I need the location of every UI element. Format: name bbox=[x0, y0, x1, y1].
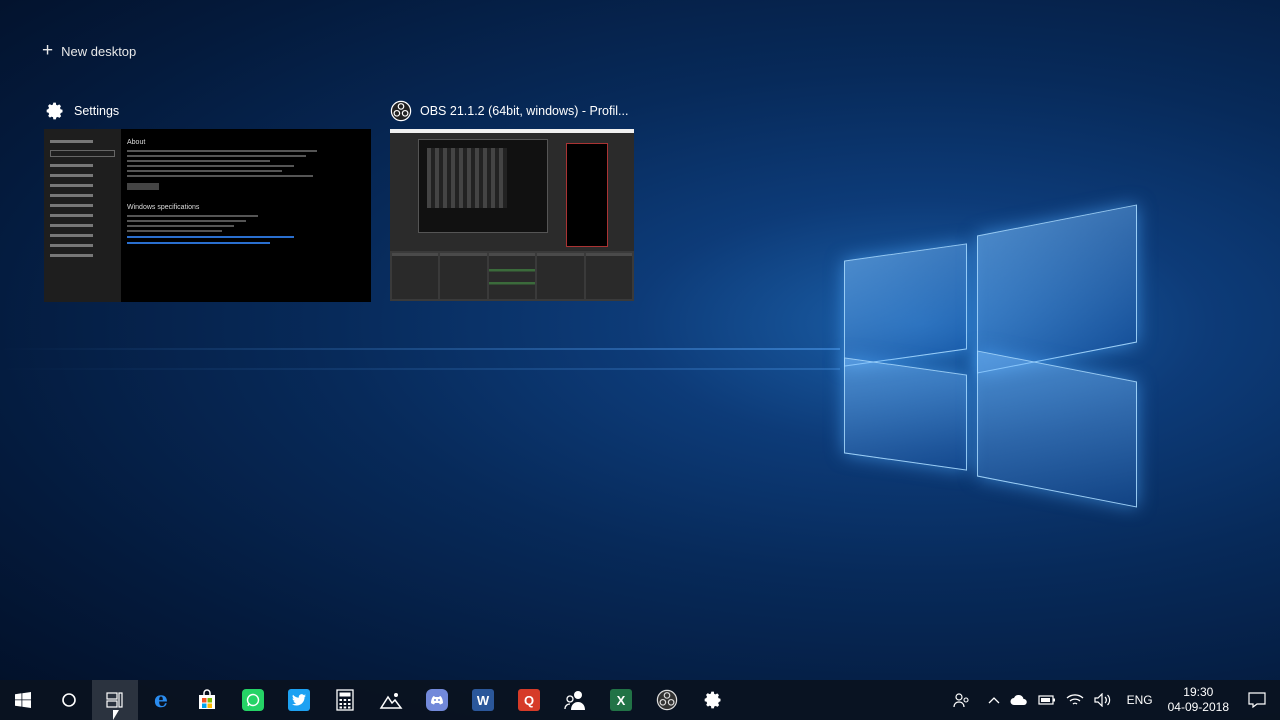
window-settings[interactable]: Settings About Windows specifications bbox=[44, 99, 371, 302]
quora-icon: Q bbox=[518, 689, 540, 711]
show-hidden-icons-button[interactable] bbox=[976, 680, 1005, 720]
volume-tray-button[interactable] bbox=[1089, 680, 1117, 720]
plus-icon: + bbox=[42, 40, 54, 61]
circle-icon bbox=[62, 693, 76, 707]
task-view-icon bbox=[106, 692, 123, 708]
window-title: Settings bbox=[74, 104, 120, 118]
system-tray: ENG 19:30 04-09-2018 bbox=[948, 680, 1280, 720]
windows-spec-heading: Windows specifications bbox=[127, 204, 200, 211]
obs-thumbnail[interactable] bbox=[390, 129, 634, 301]
obs-docks bbox=[390, 251, 634, 301]
gear-icon bbox=[44, 100, 66, 122]
windows-icon bbox=[15, 692, 31, 708]
battery-icon bbox=[1037, 695, 1055, 705]
edge-icon: e bbox=[154, 687, 168, 713]
excel-button[interactable]: X bbox=[598, 680, 644, 720]
obs-preview bbox=[418, 139, 548, 233]
twitter-icon bbox=[288, 689, 310, 711]
settings-button[interactable] bbox=[690, 680, 736, 720]
battery-tray-button[interactable] bbox=[1033, 680, 1061, 720]
people-tray-button[interactable] bbox=[948, 680, 976, 720]
people-icon bbox=[952, 693, 969, 708]
store-button[interactable] bbox=[184, 680, 230, 720]
settings-thumbnail[interactable]: About Windows specifications bbox=[44, 129, 371, 302]
notification-icon bbox=[1248, 692, 1266, 708]
about-heading: About bbox=[127, 139, 146, 146]
cortana-button[interactable] bbox=[46, 680, 92, 720]
twitter-button[interactable] bbox=[276, 680, 322, 720]
discord-icon bbox=[426, 689, 448, 711]
edge-button[interactable]: e bbox=[138, 680, 184, 720]
light-beam bbox=[0, 368, 840, 370]
onedrive-tray-button[interactable] bbox=[1005, 680, 1033, 720]
clock[interactable]: 19:30 04-09-2018 bbox=[1163, 680, 1234, 720]
whatsapp-button[interactable] bbox=[230, 680, 276, 720]
discord-button[interactable] bbox=[414, 680, 460, 720]
obs-icon bbox=[390, 100, 412, 122]
people-button[interactable] bbox=[552, 680, 598, 720]
clock-date: 04-09-2018 bbox=[1167, 700, 1229, 714]
logo-pane-top-left bbox=[844, 243, 967, 367]
people-icon bbox=[564, 691, 585, 710]
wifi-icon bbox=[1066, 694, 1084, 705]
calculator-icon bbox=[336, 689, 354, 711]
windows-logo-wallpaper bbox=[0, 200, 1160, 530]
store-icon bbox=[199, 689, 215, 709]
clock-time: 19:30 bbox=[1183, 685, 1214, 699]
language-indicator[interactable]: ENG bbox=[1117, 680, 1163, 720]
gear-icon bbox=[704, 691, 721, 709]
window-title: OBS 21.1.2 (64bit, windows) - Profil... bbox=[420, 104, 629, 118]
new-desktop-label: New desktop bbox=[61, 43, 137, 59]
excel-icon: X bbox=[610, 689, 632, 711]
obs-button[interactable] bbox=[644, 680, 690, 720]
logo-pane-bottom-right bbox=[977, 350, 1137, 508]
logo-pane-top-right bbox=[977, 204, 1137, 374]
wifi-tray-button[interactable] bbox=[1061, 680, 1089, 720]
photos-icon bbox=[379, 693, 403, 709]
whatsapp-icon bbox=[242, 689, 264, 711]
window-obs[interactable]: OBS 21.1.2 (64bit, windows) - Profil... bbox=[390, 99, 634, 301]
calculator-button[interactable] bbox=[322, 680, 368, 720]
action-center-button[interactable] bbox=[1234, 680, 1280, 720]
obs-icon bbox=[656, 689, 678, 711]
speaker-icon bbox=[1093, 693, 1110, 707]
word-button[interactable]: W bbox=[460, 680, 506, 720]
word-icon: W bbox=[472, 689, 494, 711]
settings-main: About Windows specifications bbox=[121, 129, 371, 302]
logo-pane-bottom-left bbox=[844, 357, 967, 471]
new-desktop-button[interactable]: + New desktop bbox=[42, 40, 137, 61]
chevron-up-icon bbox=[988, 697, 1000, 704]
start-button[interactable] bbox=[0, 680, 46, 720]
mouse-cursor bbox=[113, 710, 119, 720]
photos-button[interactable] bbox=[368, 680, 414, 720]
obs-side-panel bbox=[566, 143, 608, 247]
taskbar: e W Q X ENG 19:30 04-09-2018 bbox=[0, 680, 1280, 720]
quora-button[interactable]: Q bbox=[506, 680, 552, 720]
cloud-icon bbox=[1010, 694, 1027, 705]
light-beam bbox=[0, 348, 840, 350]
settings-sidebar bbox=[44, 129, 121, 302]
